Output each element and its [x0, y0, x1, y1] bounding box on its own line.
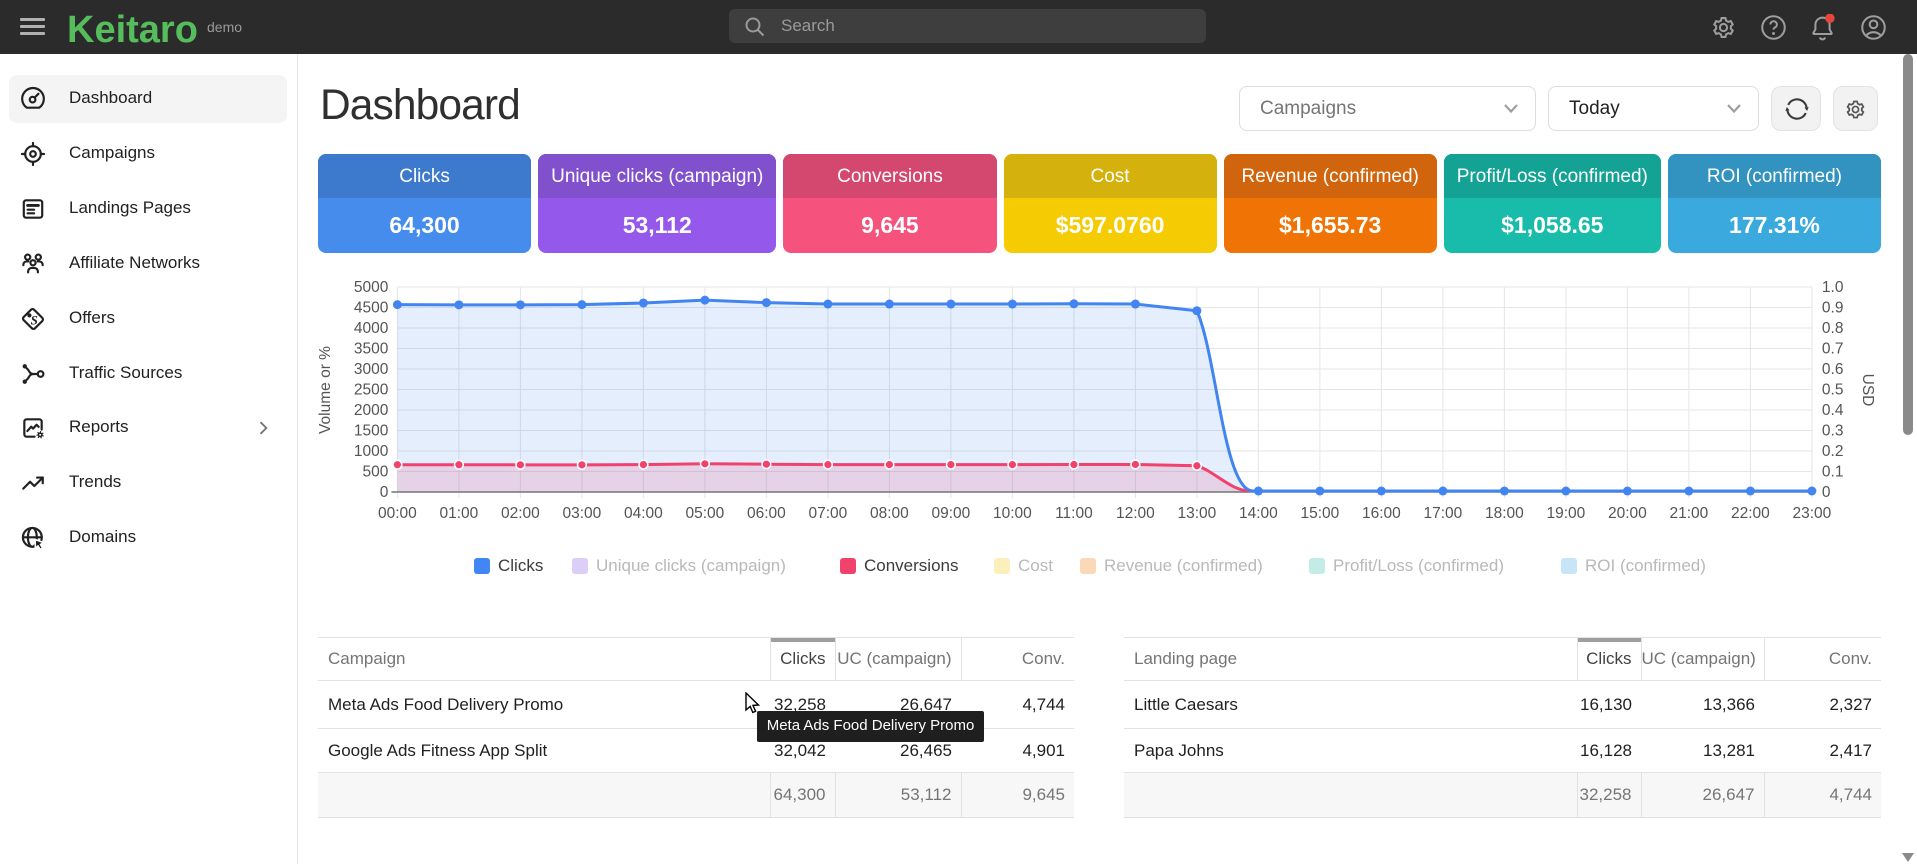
- svg-text:20:00: 20:00: [1608, 505, 1647, 522]
- svg-text:2000: 2000: [354, 402, 389, 419]
- svg-text:0.1: 0.1: [1822, 464, 1844, 481]
- svg-text:500: 500: [363, 464, 389, 481]
- svg-text:06:00: 06:00: [747, 505, 786, 522]
- svg-text:USD: USD: [1859, 374, 1876, 407]
- svg-text:09:00: 09:00: [932, 505, 971, 522]
- svg-text:10:00: 10:00: [993, 505, 1032, 522]
- svg-text:4500: 4500: [354, 300, 389, 317]
- svg-text:0.4: 0.4: [1822, 402, 1844, 419]
- svg-text:01:00: 01:00: [440, 505, 479, 522]
- svg-text:04:00: 04:00: [624, 505, 663, 522]
- svg-text:07:00: 07:00: [809, 505, 848, 522]
- svg-text:5000: 5000: [354, 279, 389, 296]
- svg-text:12:00: 12:00: [1116, 505, 1155, 522]
- svg-text:05:00: 05:00: [686, 505, 725, 522]
- svg-text:0.7: 0.7: [1822, 341, 1844, 358]
- svg-text:0.8: 0.8: [1822, 320, 1844, 337]
- svg-text:23:00: 23:00: [1793, 505, 1832, 522]
- svg-text:0.6: 0.6: [1822, 361, 1844, 378]
- svg-text:1500: 1500: [354, 423, 389, 440]
- svg-text:17:00: 17:00: [1424, 505, 1463, 522]
- svg-text:15:00: 15:00: [1301, 505, 1340, 522]
- svg-text:03:00: 03:00: [563, 505, 602, 522]
- svg-text:3500: 3500: [354, 341, 389, 358]
- svg-text:0.9: 0.9: [1822, 300, 1844, 317]
- svg-text:Volume or %: Volume or %: [318, 346, 334, 434]
- svg-text:14:00: 14:00: [1239, 505, 1278, 522]
- svg-text:0.3: 0.3: [1822, 423, 1844, 440]
- svg-text:1.0: 1.0: [1822, 279, 1844, 296]
- svg-text:1000: 1000: [354, 443, 389, 460]
- svg-text:22:00: 22:00: [1731, 505, 1770, 522]
- svg-text:0: 0: [1822, 484, 1831, 501]
- svg-text:S: S: [31, 312, 38, 327]
- svg-text:11:00: 11:00: [1055, 505, 1093, 522]
- svg-text:0.5: 0.5: [1822, 382, 1844, 399]
- svg-text:02:00: 02:00: [501, 505, 540, 522]
- svg-text:4000: 4000: [354, 320, 389, 337]
- svg-text:16:00: 16:00: [1362, 505, 1401, 522]
- svg-text:0: 0: [380, 484, 389, 501]
- svg-text:21:00: 21:00: [1670, 505, 1709, 522]
- svg-text:3000: 3000: [354, 361, 389, 378]
- svg-text:08:00: 08:00: [870, 505, 909, 522]
- svg-text:18:00: 18:00: [1485, 505, 1524, 522]
- svg-text:13:00: 13:00: [1178, 505, 1217, 522]
- svg-text:2500: 2500: [354, 382, 389, 399]
- svg-text:00:00: 00:00: [378, 505, 417, 522]
- svg-text:0.2: 0.2: [1822, 443, 1844, 460]
- svg-text:19:00: 19:00: [1547, 505, 1586, 522]
